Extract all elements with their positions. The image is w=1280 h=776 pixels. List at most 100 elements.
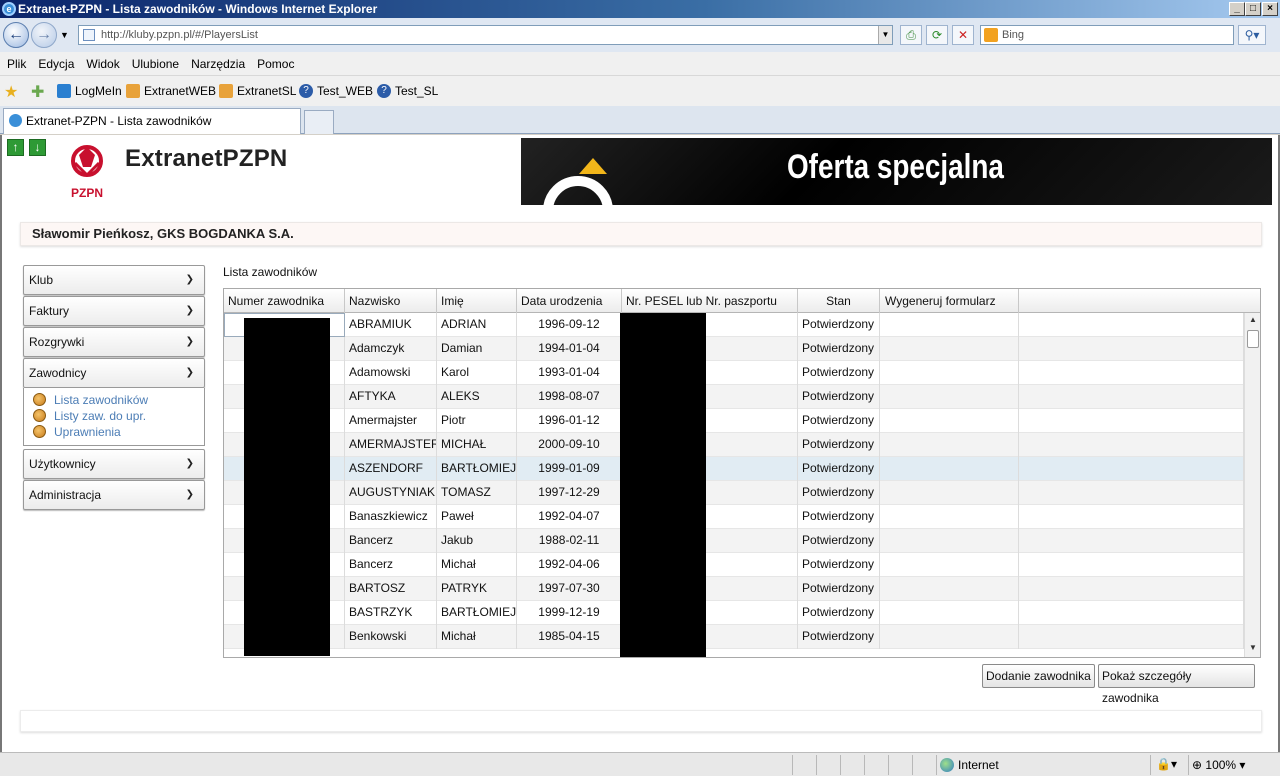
window-title: Extranet-PZPN - Lista zawodników - Windo… [18, 2, 378, 16]
cell-name: Paweł [437, 505, 517, 529]
link-uprawnienia[interactable]: Uprawnienia [54, 425, 121, 439]
col-header-status[interactable]: Stan [798, 289, 880, 313]
zoom-level[interactable]: ⊕ 100% ▾ [1192, 756, 1245, 774]
status-divider [912, 755, 913, 775]
scroll-up-icon[interactable]: ▲ [1248, 315, 1258, 324]
table-row[interactable]: AUGUSTYNIAK TOMASZ 1997-12-29 Potwierdzony [224, 481, 1244, 505]
cell-name: ALEKS [437, 385, 517, 409]
address-field[interactable]: http://kluby.pzpn.pl/#/PlayersList ▼ [78, 25, 893, 45]
scroll-down-icon[interactable]: ▼ [1248, 643, 1258, 652]
sidebar-item-rozgrywki[interactable]: Rozgrywki ❯ [23, 327, 205, 357]
cell-name: Michał [437, 553, 517, 577]
table-row[interactable]: Amermajster Piotr 1996-01-12 Potwierdzony [224, 409, 1244, 433]
cell-form [880, 577, 1019, 601]
table-row[interactable]: ASZENDORF BARTŁOMIEJ 1999-01-09 Potwierdzon… [224, 457, 1244, 481]
fav-test-web[interactable]: ? Test_WEB [299, 82, 373, 100]
cell-surname: AMERMAJSTER [345, 433, 437, 457]
stop-icon[interactable]: ✕ [952, 25, 974, 45]
scroll-thumb[interactable] [1247, 330, 1259, 348]
redacted-number-block [244, 318, 330, 656]
sidebar-item-uzytkownicy[interactable]: Użytkownicy ❯ [23, 449, 205, 479]
table-row[interactable]: Benkowski Michał 1985-04-15 Potwierdzony [224, 625, 1244, 649]
cell-name: Karol [437, 361, 517, 385]
grid-scrollbar[interactable]: ▲ ▼ [1244, 313, 1260, 657]
fav-test-sl[interactable]: ? Test_SL [377, 82, 438, 100]
cell-surname: Adamczyk [345, 337, 437, 361]
sidebar-item-zawodnicy[interactable]: Zawodnicy ❯ [23, 358, 205, 388]
add-player-button[interactable]: Dodanie zawodnika [982, 664, 1095, 688]
players-grid: Numer zawodnika Nazwisko Imię Data urodz… [223, 288, 1261, 658]
protected-mode-icon[interactable]: 🔒▾ [1156, 757, 1177, 771]
tab-bar: Extranet-PZPN - Lista zawodników ⌂▾ ✉ ⎙▾… [0, 106, 1280, 233]
cell-surname: ABRAMIUK [345, 313, 437, 337]
back-button[interactable]: ← [3, 22, 29, 48]
cell-surname: BARTOSZ [345, 577, 437, 601]
banner-title: Oferta specjalna [787, 148, 1004, 186]
cell-filler [1019, 481, 1244, 505]
table-row[interactable]: AFTYKA ALEKS 1998-08-07 Potwierdzony [224, 385, 1244, 409]
menu-view[interactable]: Widok [80, 52, 125, 76]
table-row[interactable]: ABRAMIUK ADRIAN 1996-09-12 Potwierdzony [224, 313, 1244, 337]
history-dropdown-icon[interactable]: ▼ [60, 30, 69, 40]
table-row[interactable]: AMERMAJSTER MICHAŁ 2000-09-10 Potwierdzony [224, 433, 1244, 457]
fav-logmein[interactable]: LogMeIn [57, 82, 122, 100]
cell-surname: Banaszkiewicz [345, 505, 437, 529]
link-listy-zaw[interactable]: Listy zaw. do upr. [54, 409, 146, 423]
sidebar-item-administracja[interactable]: Administracja ❯ [23, 480, 205, 510]
cell-name: Damian [437, 337, 517, 361]
table-row[interactable]: Bancerz Michał 1992-04-06 Potwierdzony [224, 553, 1244, 577]
table-row[interactable]: Banaszkiewicz Paweł 1992-04-07 Potwierdzony [224, 505, 1244, 529]
table-row[interactable]: BASTRZYK BARTŁOMIEJ 1999-12-19 Potwierdzony [224, 601, 1244, 625]
promo-banner[interactable]: Oferta specjalna [521, 138, 1272, 205]
arrow-up-icon[interactable]: ↑ [7, 139, 24, 156]
status-divider [864, 755, 865, 775]
sidebar-item-faktury[interactable]: Faktury ❯ [23, 296, 205, 326]
cell-status: Potwierdzony [798, 577, 880, 601]
fav-extranetweb[interactable]: ExtranetWEB [126, 82, 216, 100]
crown-icon [579, 158, 607, 174]
col-header-name[interactable]: Imię [437, 289, 517, 313]
link-lista-zawodnikow[interactable]: Lista zawodników [54, 393, 148, 407]
col-header-form[interactable]: Wygeneruj formularz [880, 289, 1019, 313]
table-row[interactable]: BARTOSZ PATRYK 1997-07-30 Potwierdzony [224, 577, 1244, 601]
search-icon[interactable]: ⚲▾ [1238, 25, 1266, 45]
cell-dob: 1999-01-09 [517, 457, 622, 481]
col-header-number[interactable]: Numer zawodnika [224, 289, 345, 313]
address-dropdown-icon[interactable]: ▼ [878, 26, 892, 44]
cell-filler [1019, 385, 1244, 409]
close-window-button[interactable]: × [1262, 2, 1278, 16]
forward-button[interactable]: → [31, 22, 57, 48]
menu-tools[interactable]: Narzędzia [185, 52, 251, 76]
search-input[interactable]: Bing [980, 25, 1234, 45]
col-header-surname[interactable]: Nazwisko [345, 289, 437, 313]
window-title-bar: e Extranet-PZPN - Lista zawodników - Win… [0, 0, 1280, 18]
minimize-button[interactable]: _ [1229, 2, 1245, 16]
tab-current[interactable]: Extranet-PZPN - Lista zawodników [3, 108, 301, 134]
table-row[interactable]: Bancerz Jakub 1988-02-11 Potwierdzony [224, 529, 1244, 553]
col-header-pesel[interactable]: Nr. PESEL lub Nr. paszportu [622, 289, 798, 313]
security-zone[interactable]: Internet [940, 756, 999, 774]
status-divider [1150, 755, 1151, 775]
help-icon: ? [299, 84, 313, 98]
compat-view-icon[interactable]: ⎙ [900, 25, 922, 45]
maximize-button[interactable]: □ [1245, 2, 1261, 16]
new-tab-button[interactable] [304, 110, 334, 134]
cell-filler [1019, 457, 1244, 481]
col-header-dob[interactable]: Data urodzenia [517, 289, 622, 313]
cell-surname: Amermajster [345, 409, 437, 433]
sidebar-item-klub[interactable]: Klub ❯ [23, 265, 205, 295]
menu-file[interactable]: Plik [0, 52, 32, 76]
table-row[interactable]: Adamczyk Damian 1994-01-04 Potwierdzony [224, 337, 1244, 361]
arrow-down-icon[interactable]: ↓ [29, 139, 46, 156]
show-player-details-button[interactable]: Pokaż szczegóły zawodnika [1098, 664, 1255, 705]
menu-help[interactable]: Pomoc [251, 52, 300, 76]
cell-form [880, 529, 1019, 553]
menu-favorites[interactable]: Ulubione [126, 52, 185, 76]
add-favorite-icon[interactable]: ✚ [31, 82, 44, 102]
table-row[interactable]: Adamowski Karol 1993-01-04 Potwierdzony [224, 361, 1244, 385]
favorites-star-icon[interactable]: ★ [4, 82, 18, 102]
fav-extranetsl[interactable]: ExtranetSL [219, 82, 296, 100]
menu-edit[interactable]: Edycja [32, 52, 80, 76]
grid-title: Lista zawodników [223, 265, 318, 279]
refresh-icon[interactable]: ⟳ [926, 25, 948, 45]
